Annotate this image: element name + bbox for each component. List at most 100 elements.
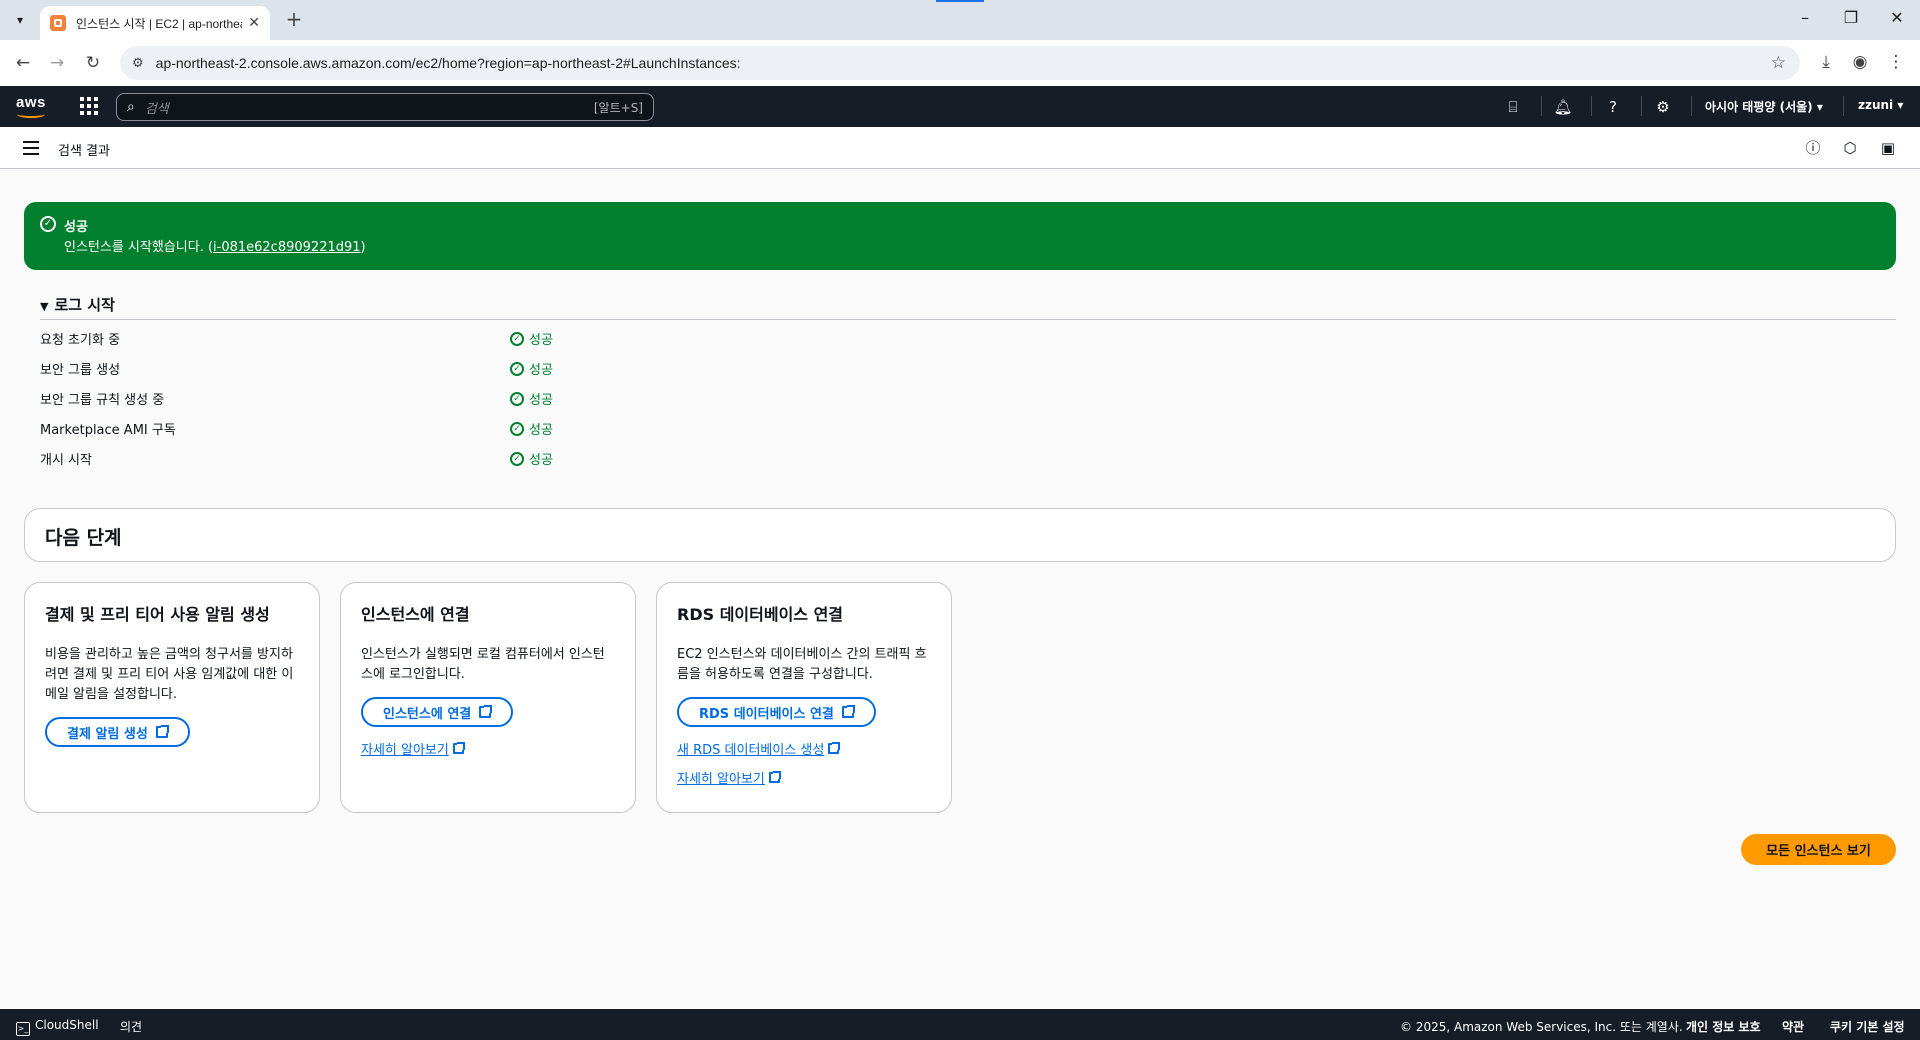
nav-divider <box>1641 96 1642 116</box>
button-label: RDS 데이터베이스 연결 <box>699 706 834 722</box>
log-status-text: 성공 <box>529 423 553 438</box>
minimize-icon[interactable]: – <box>1790 8 1820 27</box>
notifications-bell-icon[interactable]: 🔔︎ <box>1552 96 1574 118</box>
site-info-icon[interactable]: ⚙ <box>132 56 144 71</box>
account-menu[interactable]: zzuni ▾ <box>1858 98 1903 112</box>
divider <box>40 319 1896 320</box>
external-link-icon <box>841 705 855 718</box>
success-status-icon: ✓ <box>510 421 524 436</box>
connect-instance-card: 인스턴스에 연결 인스턴스가 실행되면 로컬 컴퓨터에서 인스턴스에 로그인합니… <box>340 582 636 813</box>
link-label: 새 RDS 데이터베이스 생성 <box>677 743 825 758</box>
cloudshell-icon[interactable]: ⌸ <box>1502 96 1524 118</box>
tab-search-icon[interactable]: ▾ <box>8 8 32 32</box>
cloudshell-button[interactable]: >_ CloudShell <box>16 1018 99 1036</box>
log-row: 보안 그룹 생성 ✓ 성공 <box>40 355 1040 379</box>
flash-title: 성공 <box>64 220 88 235</box>
log-row: 보안 그룹 규칙 생성 중 ✓ 성공 <box>40 385 1040 409</box>
amazon-q-icon[interactable]: ⬡ <box>1840 138 1860 158</box>
feedback-link[interactable]: 의견 <box>120 1018 142 1035</box>
search-placeholder: 검색 <box>144 101 169 117</box>
connect-instance-button[interactable]: 인스턴스에 연결 <box>361 697 514 727</box>
url-text: ap-northeast-2.console.aws.amazon.com/ec… <box>155 55 741 71</box>
log-row: 개시 시작 ✓ 성공 <box>40 445 1040 469</box>
flash-message-suffix: ) <box>360 240 366 255</box>
breadcrumb[interactable]: 검색 결과 <box>58 140 110 159</box>
log-status-text: 성공 <box>529 453 553 468</box>
card-title: 결제 및 프리 티어 사용 알림 생성 <box>45 605 270 624</box>
new-tab-icon[interactable]: + <box>282 8 306 32</box>
restore-icon[interactable]: ❐ <box>1836 8 1866 27</box>
browser-toolbar: ← → ↻ ⚙ ap-northeast-2.console.aws.amazo… <box>0 40 1920 86</box>
reload-icon[interactable]: ↻ <box>80 50 106 76</box>
forward-arrow-icon[interactable]: → <box>44 50 70 76</box>
privacy-link[interactable]: 개인 정보 보호 <box>1686 1018 1761 1035</box>
aws-logo-text: aws <box>16 94 46 111</box>
log-row: 요청 초기화 중 ✓ 성공 <box>40 325 1040 349</box>
nav-divider <box>1541 96 1542 116</box>
flash-message: 인스턴스를 시작했습니다. (i-081e62c8909221d91) <box>64 236 366 255</box>
next-steps-header: 다음 단계 <box>24 508 1896 562</box>
region-selector[interactable]: 아시아 태평양 (서울) ▾ <box>1705 98 1823 115</box>
instance-id-link[interactable]: i-081e62c8909221d91 <box>213 240 361 255</box>
aws-smile-icon <box>17 111 45 118</box>
help-icon[interactable]: ? <box>1602 96 1624 118</box>
create-rds-link[interactable]: 새 RDS 데이터베이스 생성 <box>677 739 931 758</box>
aws-logo[interactable]: aws <box>16 92 50 120</box>
ec2-favicon-icon <box>50 15 66 31</box>
log-row: Marketplace AMI 구독 ✓ 성공 <box>40 415 1040 439</box>
address-bar[interactable]: ⚙ ap-northeast-2.console.aws.amazon.com/… <box>120 46 1800 80</box>
bookmark-star-icon[interactable]: ☆ <box>1771 53 1786 73</box>
external-link-icon <box>768 771 781 783</box>
side-nav-menu-icon[interactable] <box>23 141 39 155</box>
download-icon[interactable]: ⤓ <box>1814 52 1838 72</box>
console-subheader: 검색 결과 ⓘ ⬡ ▣ <box>0 127 1920 169</box>
services-grid-icon[interactable] <box>80 97 98 115</box>
connect-rds-button[interactable]: RDS 데이터베이스 연결 <box>677 697 876 727</box>
launch-log-toggle[interactable]: ▼ 로그 시작 <box>40 294 115 315</box>
cloudshell-icon: >_ <box>16 1022 30 1036</box>
log-status: ✓ 성공 <box>510 359 553 378</box>
back-arrow-icon[interactable]: ← <box>10 50 36 76</box>
feedback-display-icon[interactable]: ▣ <box>1878 138 1898 158</box>
create-billing-alert-button[interactable]: 결제 알림 생성 <box>45 717 190 747</box>
link-label: 자세히 알아보기 <box>677 772 765 787</box>
log-step: 요청 초기화 중 <box>40 333 121 348</box>
external-link-icon <box>828 742 841 754</box>
link-label: 자세히 알아보기 <box>361 743 449 758</box>
aws-top-nav: aws ⌕ 검색 [알트+S] ⌸ 🔔︎ ? ⚙ 아시아 태평양 (서울) ▾ … <box>0 86 1920 127</box>
console-footer: >_ CloudShell 의견 © 2025, Amazon Web Servi… <box>0 1009 1920 1040</box>
window-close-icon[interactable]: ✕ <box>1882 8 1912 27</box>
success-status-icon: ✓ <box>510 361 524 376</box>
search-icon: ⌕ <box>127 99 135 115</box>
browser-tab-bar: ▾ 인스턴스 시작 | EC2 | ap-northeast-2 ✕ + – ❐… <box>0 0 1920 40</box>
terms-link[interactable]: 약관 <box>1782 1018 1804 1035</box>
billing-alert-card: 결제 및 프리 티어 사용 알림 생성 비용을 관리하고 높은 금액의 청구서를… <box>24 582 320 813</box>
info-icon[interactable]: ⓘ <box>1803 138 1823 158</box>
learn-more-link[interactable]: 자세히 알아보기 <box>361 739 615 758</box>
profile-icon[interactable]: ◉ <box>1848 52 1872 72</box>
tab-strip-indicator <box>936 0 984 2</box>
log-step: 보안 그룹 규칙 생성 중 <box>40 393 165 408</box>
copyright-text: © 2025, Amazon Web Services, Inc. 또는 계열사… <box>1400 1020 1683 1034</box>
tab-title: 인스턴스 시작 | EC2 | ap-northeast-2 <box>76 16 242 31</box>
aws-search-input[interactable]: ⌕ 검색 [알트+S] <box>116 93 654 121</box>
view-all-instances-button[interactable]: 모든 인스턴스 보기 <box>1741 834 1896 865</box>
log-status: ✓ 성공 <box>510 389 553 408</box>
button-label: 결제 알림 생성 <box>67 726 148 742</box>
log-step: 보안 그룹 생성 <box>40 363 121 378</box>
nav-divider <box>1691 96 1692 116</box>
next-steps-title: 다음 단계 <box>45 527 122 549</box>
browser-tab[interactable]: 인스턴스 시작 | EC2 | ap-northeast-2 ✕ <box>40 6 270 40</box>
settings-gear-icon[interactable]: ⚙ <box>1652 96 1674 118</box>
success-status-icon: ✓ <box>510 391 524 406</box>
card-description: 비용을 관리하고 높은 금액의 청구서를 방지하려면 결제 및 프리 티어 사용… <box>45 647 294 702</box>
learn-more-link[interactable]: 자세히 알아보기 <box>677 768 931 787</box>
log-status-text: 성공 <box>529 333 553 348</box>
card-description: 인스턴스가 실행되면 로컬 컴퓨터에서 인스턴스에 로그인합니다. <box>361 647 605 682</box>
log-status: ✓ 성공 <box>510 449 553 468</box>
cookie-preferences-link[interactable]: 쿠키 기본 설정 <box>1830 1018 1905 1035</box>
success-flash-banner: ✓ 성공 인스턴스를 시작했습니다. (i-081e62c8909221d91) <box>24 202 1896 270</box>
more-menu-icon[interactable]: ⋮ <box>1884 52 1908 72</box>
close-tab-icon[interactable]: ✕ <box>248 15 260 31</box>
card-title: RDS 데이터베이스 연결 <box>677 605 844 624</box>
